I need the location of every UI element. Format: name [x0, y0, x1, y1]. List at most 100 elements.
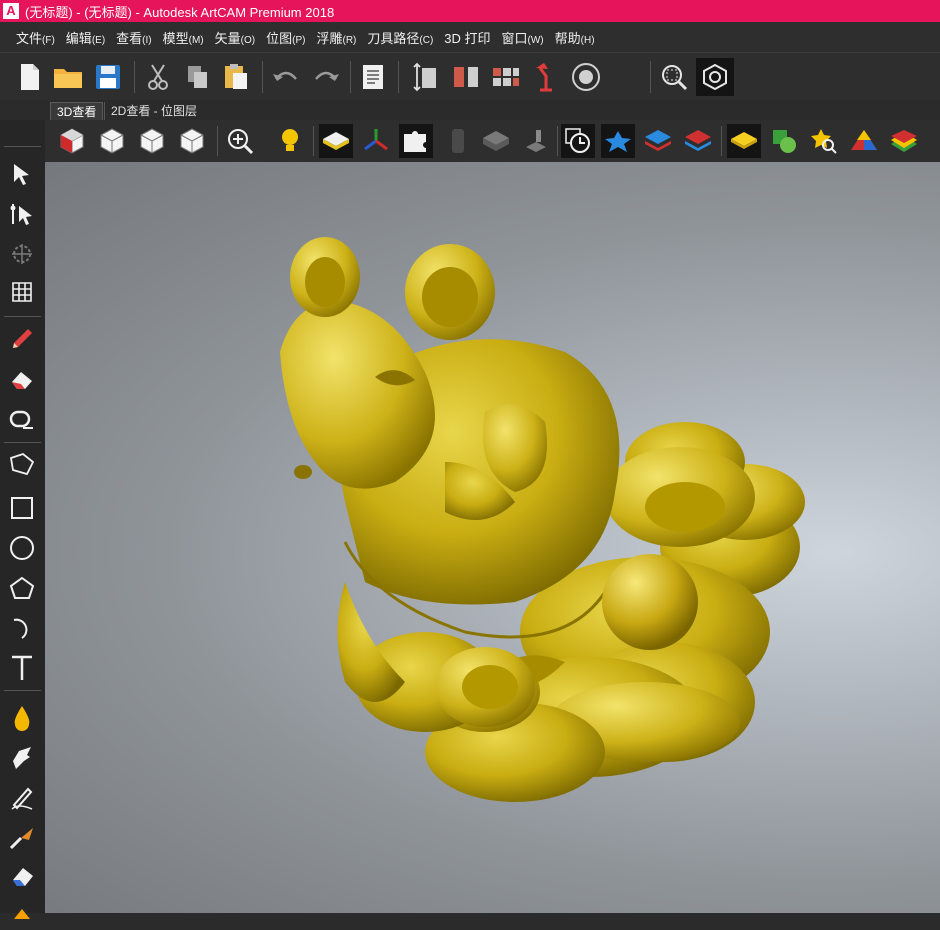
pencil-icon[interactable]: [6, 324, 38, 356]
menu-shortcut: (M): [188, 34, 204, 46]
title-bar: A (无标题) - (无标题) - Autodesk ArtCAM Premiu…: [0, 0, 940, 22]
menu-shortcut: (W): [527, 34, 544, 46]
menu-item-9[interactable]: 窗口(W): [502, 28, 544, 47]
relief-tool-icon[interactable]: [6, 898, 38, 930]
view-front-icon[interactable]: [135, 124, 169, 158]
menu-item-1[interactable]: 编辑(E): [66, 28, 105, 47]
menu-shortcut: (E): [91, 34, 106, 46]
view-tabs: 3D查看 2D查看 - 位图层: [0, 100, 940, 120]
view-right-icon[interactable]: [175, 124, 209, 158]
layers-blue-icon[interactable]: [641, 124, 675, 158]
open-folder-icon[interactable]: [52, 61, 84, 93]
mirror-icon[interactable]: [450, 61, 482, 93]
menu-item-3[interactable]: 模型(M): [163, 28, 204, 47]
menu-label: 3D 打印: [444, 30, 491, 46]
gold-ball: [602, 554, 698, 650]
menu-shortcut: (P): [292, 34, 306, 46]
menu-label: 矢量: [214, 30, 241, 46]
cut-icon[interactable]: [142, 61, 174, 93]
copy-icon[interactable]: [182, 61, 214, 93]
menu-label: 模型: [162, 30, 189, 46]
layers-red-icon[interactable]: [681, 124, 715, 158]
layer-yellow-icon[interactable]: [727, 124, 761, 158]
machine-icon[interactable]: [519, 124, 553, 158]
menu-item-10[interactable]: 帮助(H): [555, 28, 595, 47]
light-icon[interactable]: [273, 124, 307, 158]
menu-item-8[interactable]: 3D 打印: [444, 28, 490, 47]
paste-icon[interactable]: [220, 61, 252, 93]
block-icon[interactable]: [441, 124, 475, 158]
notes-icon[interactable]: [357, 61, 389, 93]
eraser-red-icon[interactable]: [6, 364, 38, 396]
menu-item-4[interactable]: 矢量(O): [215, 28, 255, 47]
zoom-window-icon[interactable]: [658, 61, 690, 93]
redo-icon[interactable]: [310, 61, 342, 93]
menu-label: 位图: [266, 30, 293, 46]
menu-bar: 文件(F) 编辑(E) 查看(I) 模型(M) 矢量(O) 位图(P) 浮雕(R) 刀具路径(…: [0, 22, 940, 52]
shapes-icon[interactable]: [767, 124, 801, 158]
arc-icon[interactable]: [6, 612, 38, 644]
view-toolbar: [45, 120, 940, 162]
star-search-icon[interactable]: [807, 124, 841, 158]
menu-shortcut: (F): [42, 34, 55, 46]
smooth-hand-icon[interactable]: [6, 742, 38, 774]
relief-display-icon[interactable]: [319, 124, 353, 158]
menu-shortcut: (I): [142, 34, 152, 46]
fill-icon[interactable]: [6, 702, 38, 734]
menu-label: 帮助: [554, 30, 581, 46]
zoom-icon[interactable]: [223, 124, 257, 158]
erase-icon[interactable]: [6, 860, 38, 892]
axes-icon[interactable]: [359, 124, 393, 158]
menu-item-6[interactable]: 浮雕(R): [316, 28, 356, 47]
menu-label: 刀具路径: [367, 30, 420, 46]
artcam-logo-icon[interactable]: A: [3, 3, 19, 19]
view-top-icon[interactable]: [95, 124, 129, 158]
clock-icon[interactable]: [561, 124, 595, 158]
pyramid-icon[interactable]: [847, 124, 881, 158]
show-tools-icon[interactable]: [570, 61, 602, 93]
text-icon[interactable]: [6, 652, 38, 684]
menu-shortcut: (O): [240, 34, 256, 46]
grid-icon[interactable]: [6, 276, 38, 308]
polyline-icon[interactable]: [6, 448, 38, 480]
menu-label: 查看: [116, 30, 143, 46]
menu-label: 窗口: [501, 30, 528, 46]
tab-3d-view[interactable]: 3D查看: [50, 102, 104, 120]
3d-viewport[interactable]: [45, 162, 940, 913]
menu-item-7[interactable]: 刀具路径(C): [367, 28, 433, 47]
polygon-icon[interactable]: [6, 572, 38, 604]
select-arrow-icon[interactable]: [6, 158, 38, 190]
lamp-icon[interactable]: [530, 61, 562, 93]
menu-item-2[interactable]: 查看(I): [116, 28, 151, 47]
transform-icon[interactable]: [6, 238, 38, 270]
save-icon[interactable]: [92, 61, 124, 93]
window-title: (无标题) - (无标题) - Autodesk ArtCAM Premium …: [25, 4, 335, 20]
view-iso-icon[interactable]: [55, 124, 89, 158]
knife-icon[interactable]: [6, 822, 38, 854]
flat-shade-icon[interactable]: [479, 124, 513, 158]
menu-shortcut: (H): [580, 34, 595, 46]
menu-shortcut: (R): [342, 34, 357, 46]
menu-shortcut: (C): [419, 34, 434, 46]
menu-label: 文件: [16, 30, 43, 46]
menu-label: 编辑: [65, 30, 92, 46]
tile-icon[interactable]: [490, 61, 522, 93]
sculpt-icon[interactable]: [6, 782, 38, 814]
star-icon[interactable]: [601, 124, 635, 158]
render-icon[interactable]: [696, 58, 734, 96]
relief-model: [280, 237, 805, 802]
node-edit-icon[interactable]: [6, 198, 38, 230]
measure-icon[interactable]: [6, 404, 38, 436]
circle-icon[interactable]: [6, 532, 38, 564]
tab-2d-view[interactable]: 2D查看 - 位图层: [104, 102, 203, 120]
menu-item-0[interactable]: 文件(F): [16, 28, 55, 47]
left-toolbar: [0, 120, 45, 919]
rainbow-icon[interactable]: [887, 124, 921, 158]
menu-label: 浮雕: [316, 30, 343, 46]
menu-item-5[interactable]: 位图(P): [266, 28, 305, 47]
puzzle-icon[interactable]: [399, 124, 433, 158]
model-size-icon[interactable]: [410, 61, 442, 93]
undo-icon[interactable]: [270, 61, 302, 93]
new-file-icon[interactable]: [14, 61, 46, 93]
rectangle-icon[interactable]: [6, 492, 38, 524]
